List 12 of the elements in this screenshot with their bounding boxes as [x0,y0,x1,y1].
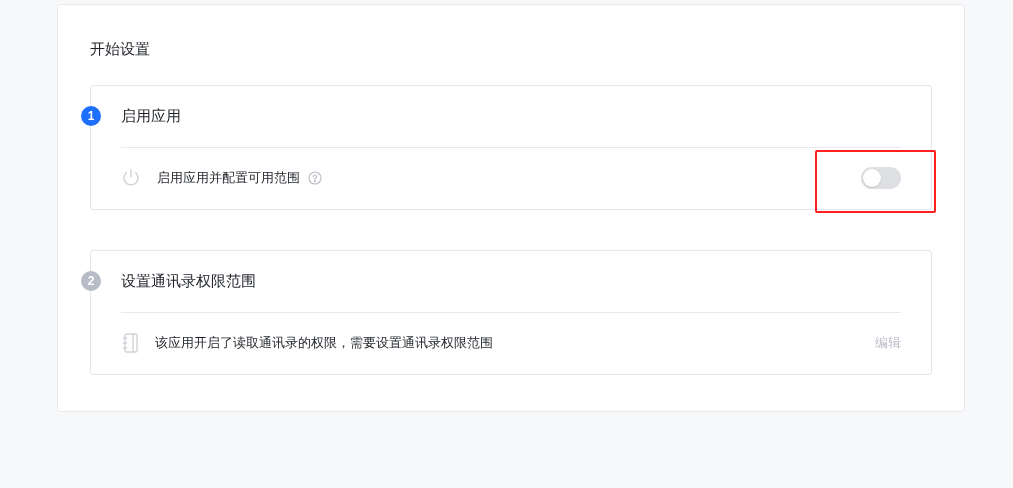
power-icon [121,168,141,188]
step-description: 该应用开启了读取通讯录的权限，需要设置通讯录权限范围 [155,334,493,353]
step-title: 设置通讯录权限范围 [121,270,256,291]
help-icon[interactable] [308,171,322,185]
notebook-icon [121,333,139,353]
section-title: 开始设置 [90,39,151,59]
step-title: 启用应用 [121,105,181,126]
step-description: 启用应用并配置可用范围 [157,169,300,188]
toggle-switch[interactable] [861,167,901,189]
edit-link[interactable]: 编辑 [875,333,901,353]
step-number: 1 [81,105,101,126]
step-number: 2 [81,270,101,291]
